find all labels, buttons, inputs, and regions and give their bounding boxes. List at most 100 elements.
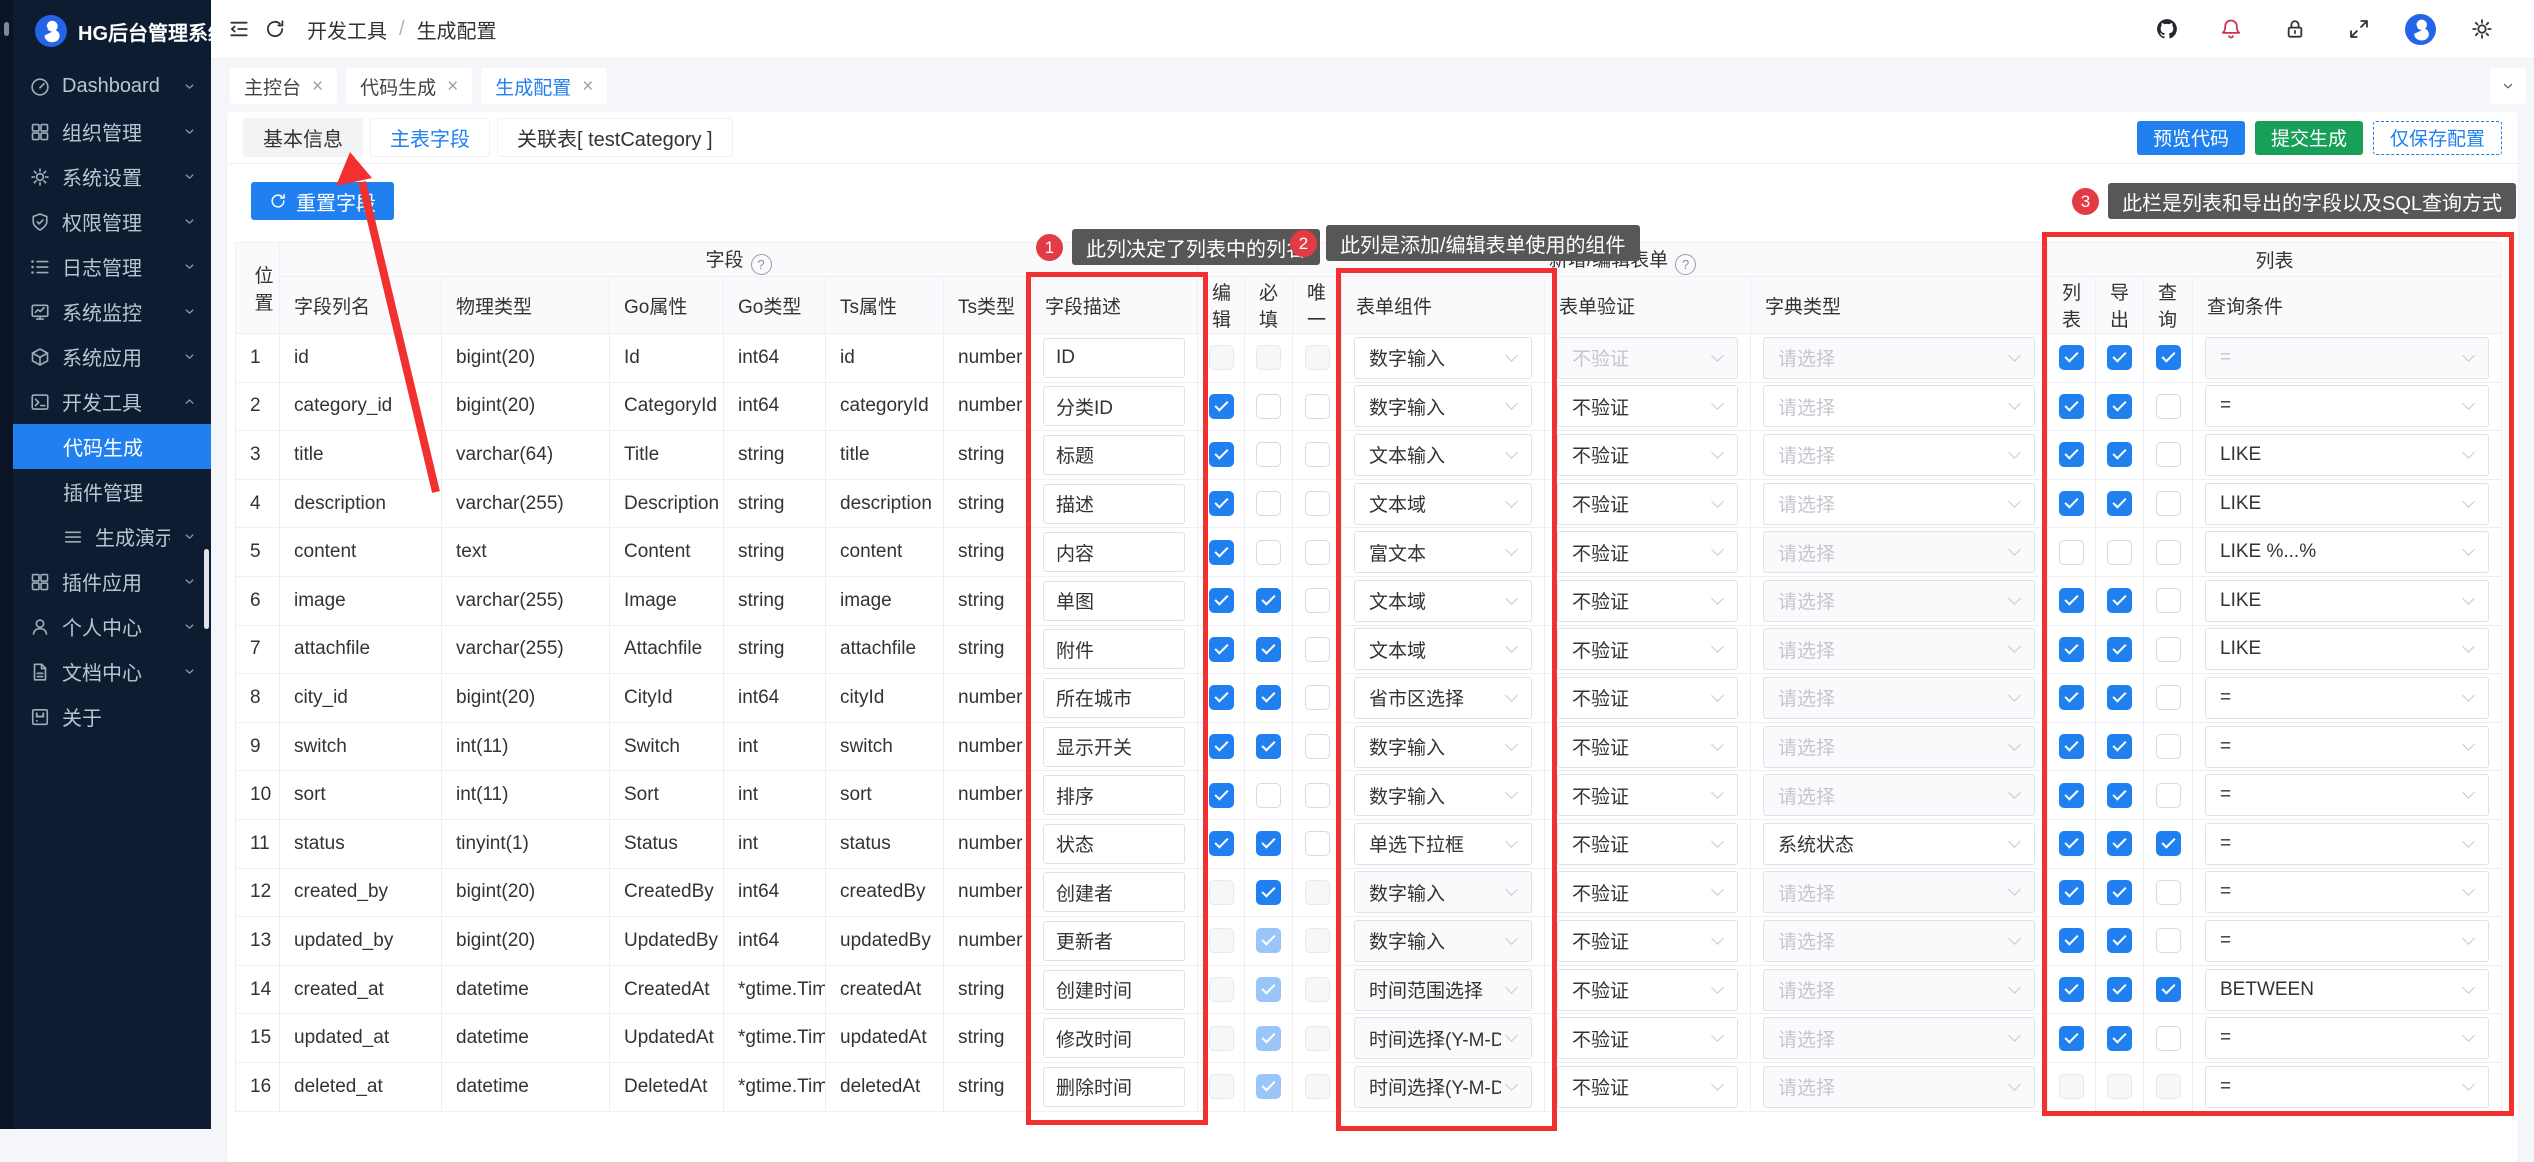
list-checkbox[interactable] [2059, 540, 2084, 565]
query-checkbox[interactable] [2156, 1026, 2181, 1051]
submit-generate-button[interactable]: 提交生成 [2255, 121, 2363, 155]
unique-checkbox[interactable] [1305, 734, 1330, 759]
close-icon[interactable]: × [312, 77, 323, 96]
export-checkbox[interactable] [2107, 928, 2132, 953]
edit-checkbox[interactable] [1209, 491, 1234, 516]
export-checkbox[interactable] [2107, 685, 2132, 710]
form-component-select[interactable]: 文本域 [1354, 580, 1532, 622]
field-desc-input[interactable] [1043, 484, 1185, 524]
form-component-select[interactable]: 数字输入 [1354, 774, 1532, 816]
field-desc-input[interactable] [1043, 678, 1185, 718]
unique-checkbox[interactable] [1305, 540, 1330, 565]
unique-checkbox[interactable] [1305, 637, 1330, 662]
form-component-select[interactable]: 文本域 [1354, 483, 1532, 525]
preview-code-button[interactable]: 预览代码 [2137, 121, 2245, 155]
list-checkbox[interactable] [2059, 831, 2084, 856]
unique-checkbox[interactable] [1305, 880, 1330, 905]
list-checkbox[interactable] [2059, 1026, 2084, 1051]
query-condition-select[interactable]: = [2205, 1017, 2489, 1059]
form-verify-select[interactable]: 不验证 [1557, 483, 1738, 525]
form-verify-select[interactable]: 不验证 [1557, 1017, 1738, 1059]
form-verify-select[interactable]: 不验证 [1557, 531, 1738, 573]
sidebar-item-sysapp[interactable]: 系统应用 [13, 334, 211, 379]
field-desc-input[interactable] [1043, 386, 1185, 426]
query-condition-select[interactable]: = [2205, 337, 2489, 379]
dict-type-select[interactable]: 请选择 [1763, 531, 2035, 573]
tab-basic-info[interactable]: 基本信息 [243, 118, 363, 157]
query-condition-select[interactable]: BETWEEN [2205, 969, 2489, 1011]
query-condition-select[interactable]: = [2205, 823, 2489, 865]
field-desc-input[interactable] [1043, 1018, 1185, 1058]
bell-icon[interactable] [2213, 11, 2249, 47]
required-checkbox[interactable] [1256, 1074, 1281, 1099]
field-desc-input[interactable] [1043, 581, 1185, 621]
form-verify-select[interactable]: 不验证 [1557, 774, 1738, 816]
edit-checkbox[interactable] [1209, 1074, 1234, 1099]
export-checkbox[interactable] [2107, 783, 2132, 808]
sidebar-item-log[interactable]: 日志管理 [13, 244, 211, 289]
unique-checkbox[interactable] [1305, 977, 1330, 1002]
form-verify-select[interactable]: 不验证 [1557, 677, 1738, 719]
query-condition-select[interactable]: = [2205, 920, 2489, 962]
field-desc-input[interactable] [1043, 629, 1185, 669]
sidebar-item-dashboard[interactable]: Dashboard [13, 64, 211, 109]
page-tab[interactable]: 代码生成 × [346, 68, 472, 104]
field-desc-input[interactable] [1043, 775, 1185, 815]
query-checkbox[interactable] [2156, 442, 2181, 467]
query-condition-select[interactable]: LIKE [2205, 483, 2489, 525]
export-checkbox[interactable] [2107, 880, 2132, 905]
unique-checkbox[interactable] [1305, 345, 1330, 370]
avatar[interactable] [2405, 14, 2436, 45]
sidebar-item-settings[interactable]: 系统设置 [13, 154, 211, 199]
edit-checkbox[interactable] [1209, 1026, 1234, 1051]
form-component-select[interactable]: 时间选择(Y-M-D H:i:s) [1354, 1017, 1532, 1059]
query-checkbox[interactable] [2156, 831, 2181, 856]
required-checkbox[interactable] [1256, 977, 1281, 1002]
edit-checkbox[interactable] [1209, 394, 1234, 419]
sidebar-item-monitor[interactable]: 系统监控 [13, 289, 211, 334]
query-checkbox[interactable] [2156, 637, 2181, 662]
unique-checkbox[interactable] [1305, 1026, 1330, 1051]
list-checkbox[interactable] [2059, 442, 2084, 467]
list-checkbox[interactable] [2059, 685, 2084, 710]
required-checkbox[interactable] [1256, 491, 1281, 516]
list-checkbox[interactable] [2059, 491, 2084, 516]
query-condition-select[interactable]: LIKE [2205, 580, 2489, 622]
list-checkbox[interactable] [2059, 734, 2084, 759]
dict-type-select[interactable]: 请选择 [1763, 726, 2035, 768]
list-checkbox[interactable] [2059, 394, 2084, 419]
form-verify-select[interactable]: 不验证 [1557, 969, 1738, 1011]
page-tab[interactable]: 生成配置 × [481, 68, 607, 104]
edit-checkbox[interactable] [1209, 928, 1234, 953]
field-desc-input[interactable] [1043, 1067, 1185, 1107]
github-icon[interactable] [2149, 11, 2185, 47]
required-checkbox[interactable] [1256, 734, 1281, 759]
field-desc-input[interactable] [1043, 872, 1185, 912]
breadcrumb-item[interactable]: 生成配置 [417, 15, 497, 44]
export-checkbox[interactable] [2107, 977, 2132, 1002]
edit-checkbox[interactable] [1209, 588, 1234, 613]
form-verify-select[interactable]: 不验证 [1557, 920, 1738, 962]
dict-type-select[interactable]: 请选择 [1763, 483, 2035, 525]
export-checkbox[interactable] [2107, 637, 2132, 662]
form-verify-select[interactable]: 不验证 [1557, 337, 1738, 379]
query-checkbox[interactable] [2156, 588, 2181, 613]
form-verify-select[interactable]: 不验证 [1557, 580, 1738, 622]
settings-gear-icon[interactable] [2464, 11, 2500, 47]
close-icon[interactable]: × [447, 77, 458, 96]
required-checkbox[interactable] [1256, 1026, 1281, 1051]
required-checkbox[interactable] [1256, 685, 1281, 710]
query-checkbox[interactable] [2156, 345, 2181, 370]
dict-type-select[interactable]: 系统状态 [1763, 823, 2035, 865]
form-component-select[interactable]: 省市区选择 [1354, 677, 1532, 719]
form-component-select[interactable]: 数字输入 [1354, 920, 1532, 962]
query-condition-select[interactable]: = [2205, 871, 2489, 913]
sidebar-item-devtool[interactable]: 开发工具 [13, 379, 211, 424]
tab-relation-table[interactable]: 关联表[ testCategory ] [497, 118, 733, 157]
form-component-select[interactable]: 时间范围选择 [1354, 969, 1532, 1011]
list-checkbox[interactable] [2059, 928, 2084, 953]
form-component-select[interactable]: 数字输入 [1354, 385, 1532, 427]
query-checkbox[interactable] [2156, 880, 2181, 905]
dict-type-select[interactable]: 请选择 [1763, 628, 2035, 670]
field-desc-input[interactable] [1043, 921, 1185, 961]
